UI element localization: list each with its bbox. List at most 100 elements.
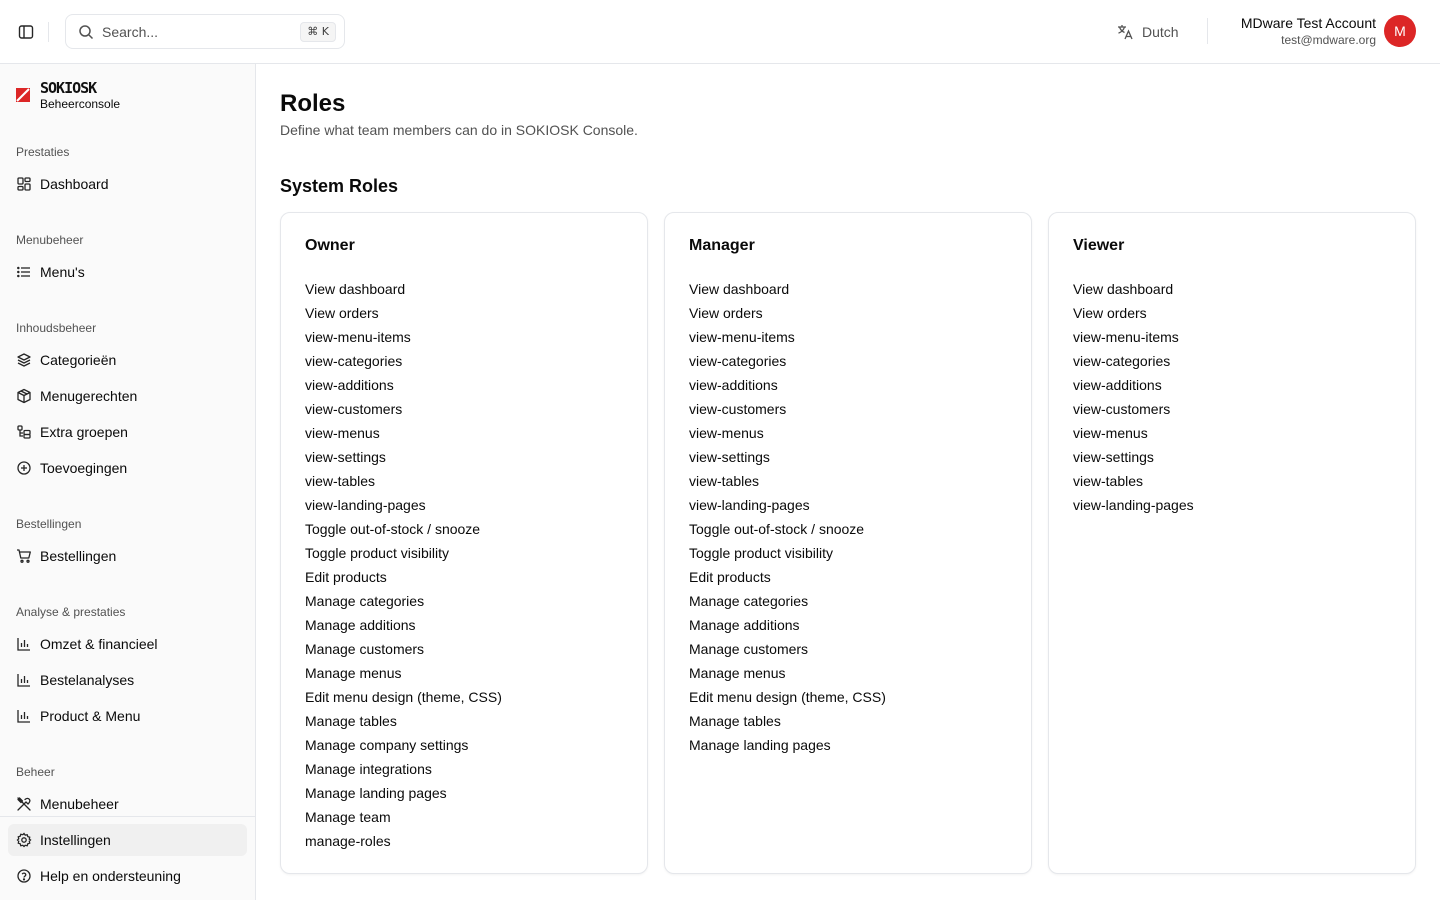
nav-group-label: Prestaties [16, 145, 70, 159]
avatar[interactable]: M [1384, 15, 1416, 47]
permission-item: view-additions [1073, 377, 1162, 393]
plus-circle-icon [16, 460, 32, 476]
permission-item: Manage tables [305, 713, 397, 729]
permission-item: View orders [689, 305, 763, 321]
search-input[interactable] [102, 23, 302, 41]
translate-icon [1116, 23, 1134, 41]
permission-list: View dashboard View orders view-menu-items… [689, 277, 886, 757]
sidebar-item-label: Toevoegingen [40, 460, 128, 476]
user-name: MDware Test Account [1240, 15, 1376, 31]
section-title: System Roles [280, 176, 399, 196]
sidebar-item-help[interactable]: Help en ondersteuning [8, 860, 247, 892]
permission-item: Manage team [305, 809, 391, 825]
permission-item: Manage categories [305, 593, 425, 609]
permission-item: Manage customers [689, 641, 809, 657]
nav-group-label: Bestellingen [16, 517, 82, 531]
permission-item: manage-roles [305, 833, 391, 849]
permission-item: Manage additions [305, 617, 416, 633]
permission-item: view-menus [689, 425, 764, 441]
permission-item: View dashboard [305, 281, 406, 297]
permission-item: view-settings [689, 449, 770, 465]
sidebar-item-label: Menugerechten [40, 388, 138, 404]
permission-item: Manage tables [689, 713, 781, 729]
search-box[interactable]: ⌘ K [65, 14, 345, 49]
role-name: Manager [689, 237, 755, 254]
sidebar-item-orders[interactable]: Bestellingen [8, 540, 247, 572]
permission-item: Manage additions [689, 617, 800, 633]
role-card-viewer: Viewer View dashboard View orders view-men… [1048, 212, 1416, 874]
header-divider [1207, 18, 1208, 44]
permission-item: view-customers [305, 401, 403, 417]
permission-item: view-tables [689, 473, 760, 489]
permission-item: view-landing-pages [689, 497, 810, 513]
permission-item: Manage landing pages [305, 785, 447, 801]
permission-item: view-settings [1073, 449, 1154, 465]
sidebar-item-label: Dashboard [40, 176, 109, 192]
sidebar-item-product-menu[interactable]: Product & Menu [8, 700, 247, 732]
sidebar-item-revenue[interactable]: Omzet & financieel [8, 628, 247, 660]
permission-item: View dashboard [1073, 281, 1174, 297]
package-icon [16, 388, 32, 404]
sidebar-item-label: Omzet & financieel [40, 636, 158, 652]
permission-item: view-customers [1073, 401, 1171, 417]
page-subtitle: Define what team members can do in SOKIO… [280, 122, 638, 138]
sidebar-divider [0, 816, 255, 817]
sidebar-item-label: Categorieën [40, 352, 117, 368]
main-content: Roles Define what team members can do in… [256, 64, 1440, 900]
permission-list: View dashboard View orders view-menu-items… [305, 277, 502, 853]
permission-item: Manage menus [689, 665, 786, 681]
permission-item: View orders [1073, 305, 1147, 321]
top-header: ⌘ K Dutch MDware Test Account test@mdwar… [0, 0, 1440, 64]
permission-item: Edit menu design (theme, CSS) [305, 689, 502, 705]
permission-item: view-categories [689, 353, 787, 369]
permission-item: view-settings [305, 449, 386, 465]
role-card-manager: Manager View dashboard View orders view-me… [664, 212, 1032, 874]
bar-chart-icon [16, 708, 32, 724]
brand-name: SOKIOSK [40, 79, 97, 97]
permission-item: Manage categories [689, 593, 809, 609]
permission-item: Manage landing pages [689, 737, 831, 753]
permission-item: Toggle out-of-stock / snooze [305, 521, 481, 537]
cart-icon [16, 548, 32, 564]
brand[interactable]: SOKIOSK Beheerconsole [16, 78, 120, 111]
brand-logo-icon [16, 88, 32, 104]
sidebar-item-dashboard[interactable]: Dashboard [8, 168, 247, 200]
gear-icon [16, 832, 32, 848]
sidebar-item-settings[interactable]: Instellingen [8, 824, 247, 856]
sidebar-toggle-icon[interactable] [14, 20, 38, 44]
sidebar-item-order-analytics[interactable]: Bestelanalyses [8, 664, 247, 696]
search-shortcut: ⌘ K [300, 22, 336, 42]
permission-item: Edit products [689, 569, 771, 585]
sidebar-item-categories[interactable]: Categorieën [8, 344, 247, 376]
sidebar-item-extra-groups[interactable]: Extra groepen [8, 416, 247, 448]
sidebar-item-menu-dishes[interactable]: Menugerechten [8, 380, 247, 412]
sidebar-item-label: Bestelanalyses [40, 672, 135, 688]
brand-subtitle: Beheerconsole [40, 97, 121, 111]
sidebar-item-label: Help en ondersteuning [40, 868, 181, 884]
bar-chart-icon [16, 672, 32, 688]
permission-item: Manage integrations [305, 761, 432, 777]
dashboard-icon [16, 176, 32, 192]
permission-item: Edit products [305, 569, 387, 585]
sidebar-item-label: Extra groepen [40, 424, 128, 440]
permission-item: View orders [305, 305, 379, 321]
permission-item: view-tables [305, 473, 376, 489]
sidebar-item-menus[interactable]: Menu's [8, 256, 247, 288]
sidebar-item-label: Instellingen [40, 832, 111, 848]
sidebar-item-additions[interactable]: Toevoegingen [8, 452, 247, 484]
permission-item: Manage customers [305, 641, 425, 657]
permission-item: Edit menu design (theme, CSS) [689, 689, 886, 705]
permission-item: view-menu-items [305, 329, 411, 345]
sidebar-item-label: Menu's [40, 264, 85, 280]
language-switcher[interactable]: Dutch [1116, 20, 1179, 44]
permission-item: View dashboard [689, 281, 790, 297]
user-info[interactable]: MDware Test Account test@mdware.org [1241, 14, 1376, 48]
sidebar-item-label: Product & Menu [40, 708, 141, 724]
bar-chart-icon [16, 636, 32, 652]
search-icon [78, 24, 94, 40]
nav-group-label: Menubeheer [16, 233, 84, 247]
permission-item: view-menu-items [689, 329, 795, 345]
permission-item: Toggle out-of-stock / snooze [689, 521, 865, 537]
permission-item: view-menus [1073, 425, 1148, 441]
permission-item: view-additions [689, 377, 778, 393]
